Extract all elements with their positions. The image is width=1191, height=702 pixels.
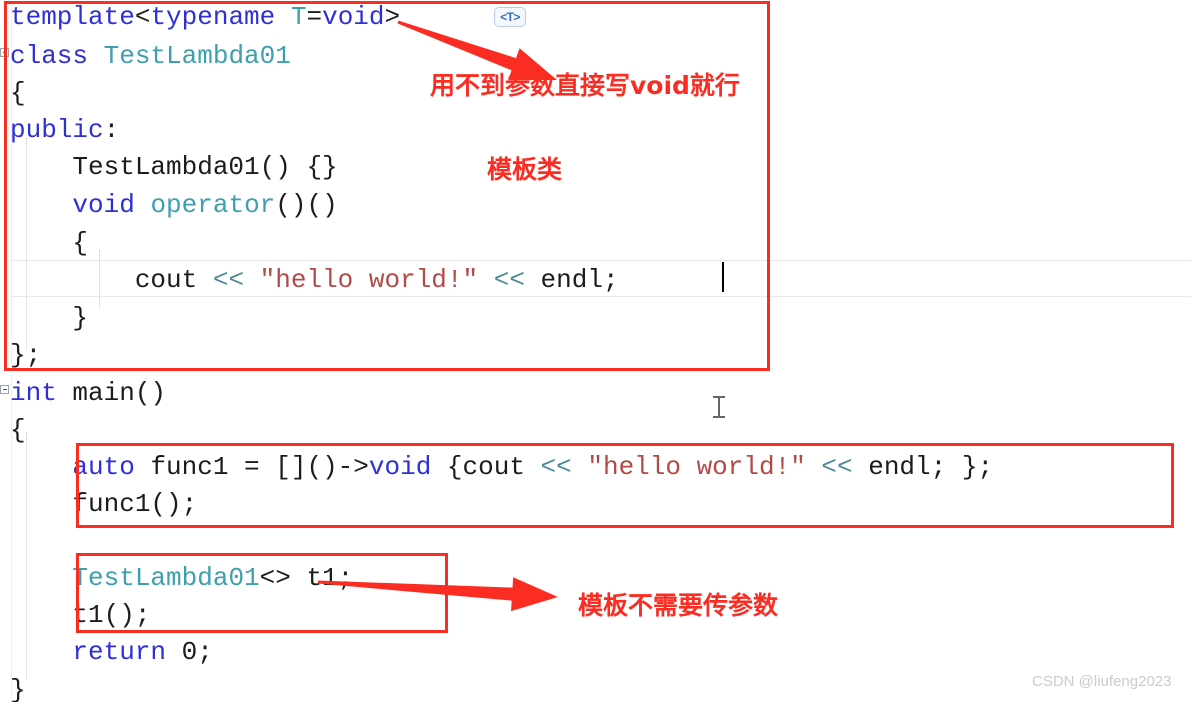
ibeam-bottom-cap [713, 416, 725, 418]
annotation-no-args: 模板不需要传参数 [578, 591, 779, 620]
csdn-watermark: CSDN @liufeng2023 [1032, 673, 1172, 690]
annotation-template-class: 模板类 [487, 155, 563, 184]
arrow-to-no-args [317, 577, 558, 612]
code-editor-screenshot: template<typename T=void> class TestLambd… [0, 0, 1191, 702]
ibeam-stem [718, 398, 720, 416]
text-ibeam-cursor [713, 396, 725, 418]
annotation-void-hint: 用不到参数直接写void就行 [430, 71, 740, 100]
